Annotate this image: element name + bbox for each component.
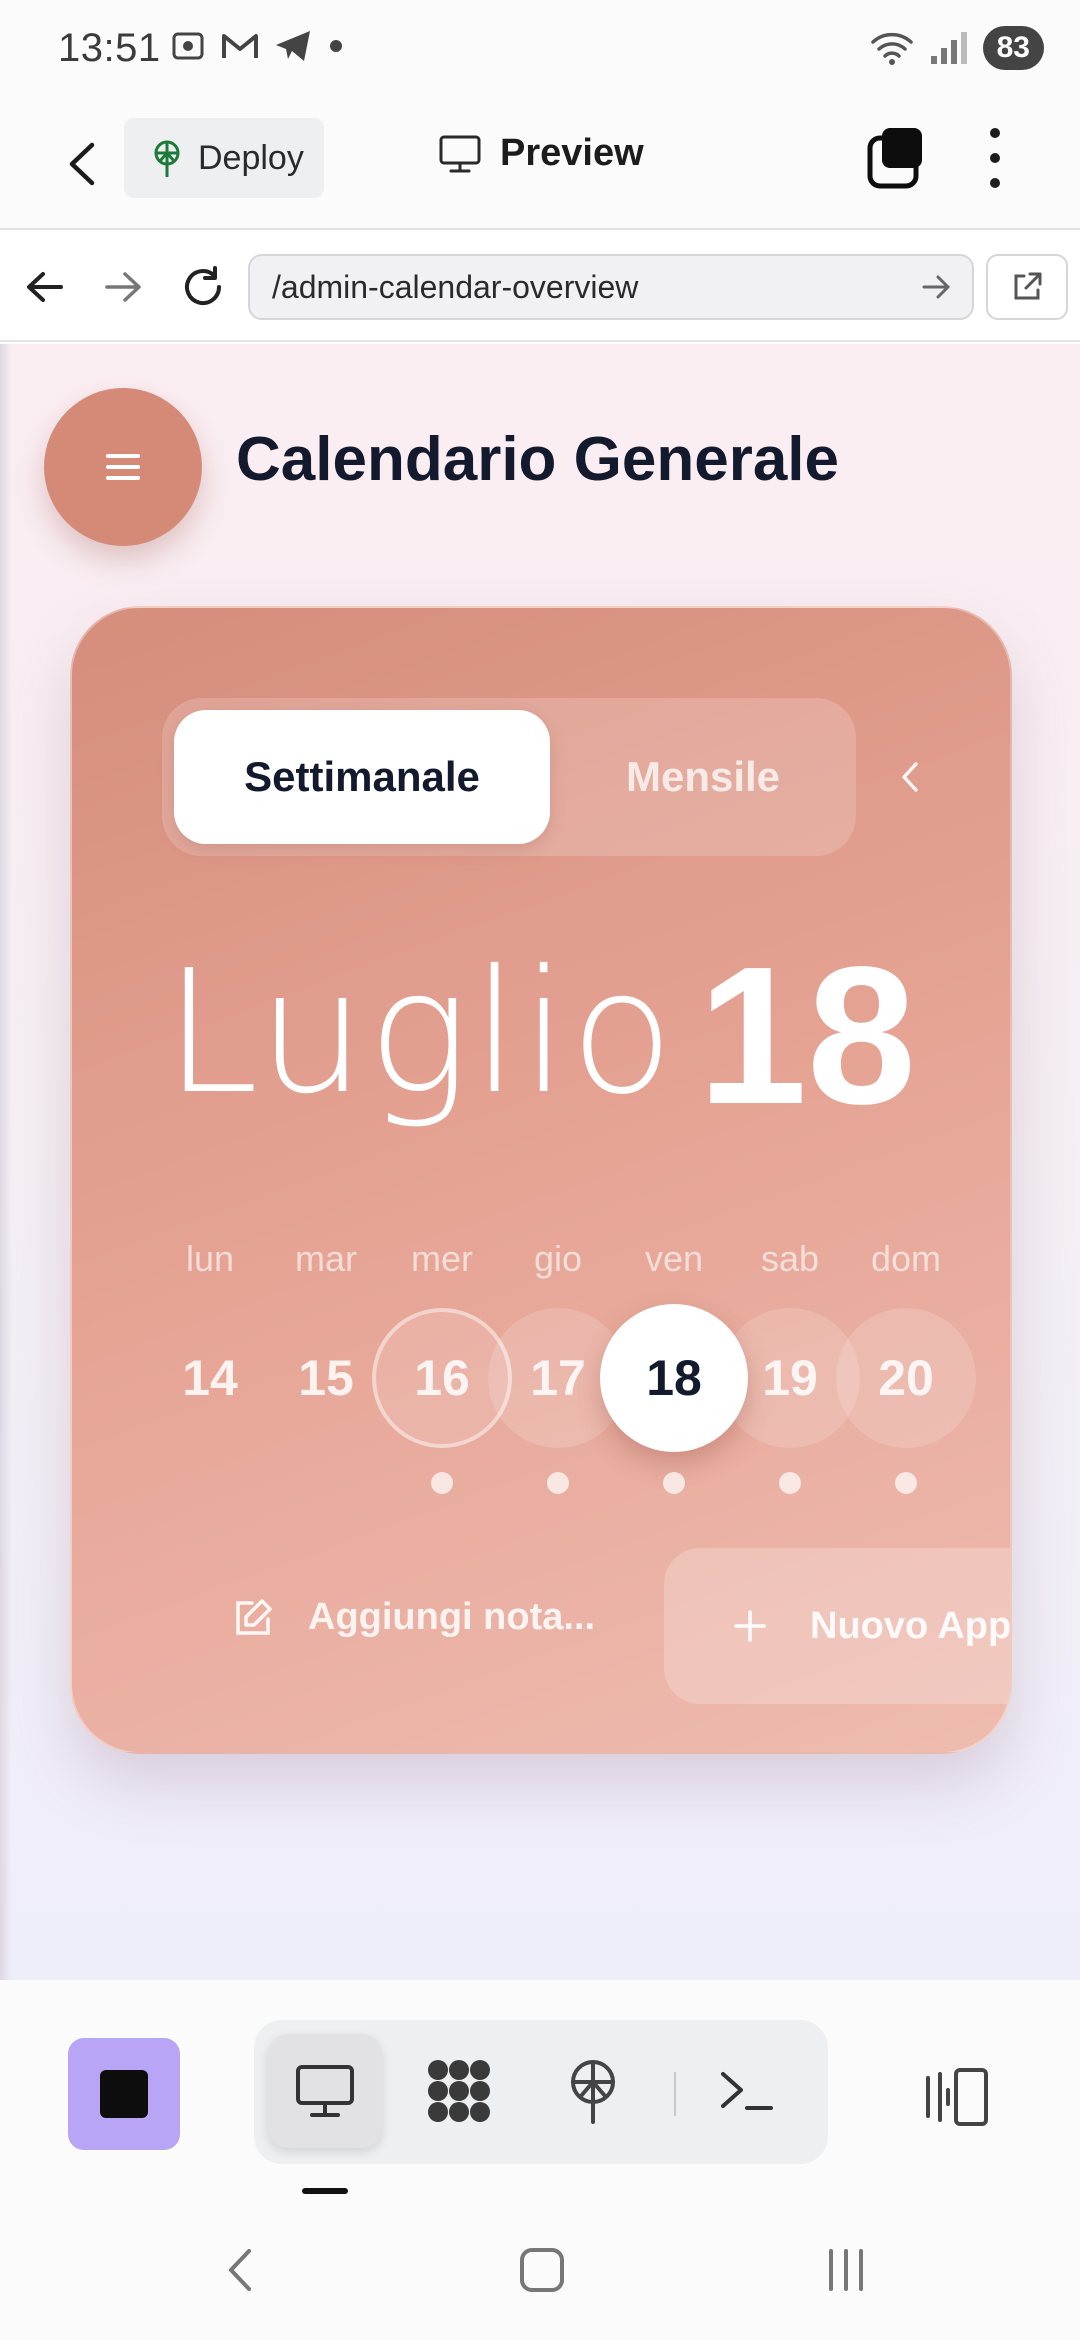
signal-icon [930,32,967,64]
tabs-button[interactable] [866,126,926,190]
wifi-icon [870,32,913,65]
chain-links-icon [428,2060,490,2122]
preview-page: Calendario Generale Settimanale Mensile … [0,344,1080,1980]
monthly-view-option[interactable]: Mensile [550,710,856,844]
preview-title[interactable]: Preview [438,132,644,175]
event-dot [663,1472,685,1494]
event-dot [431,1472,453,1494]
terminal-icon [721,2072,773,2110]
go-arrow-icon[interactable] [920,270,954,304]
stop-button[interactable] [68,2038,180,2150]
preview-label: Preview [500,132,644,174]
view-toggle: Settimanale Mensile [162,698,856,856]
deploy-icon [571,2060,615,2124]
weekday-label: lun [185,1238,235,1279]
status-time: 13:51 [58,26,161,70]
mode-switcher [254,2020,828,2164]
event-dot [547,1472,569,1494]
monitor-icon [439,135,481,172]
weekday-label: ven [644,1238,704,1279]
system-home-button[interactable] [512,2240,572,2300]
weekday-label: sab [760,1238,820,1279]
chevron-left-icon [902,762,918,792]
calendar-card: Settimanale Mensile Luglio 18 lun mar me… [70,606,1012,1754]
page-title: Calendario Generale [236,425,840,494]
card-actions: Aggiungi nota... Nuovo App [72,1548,1012,1708]
url-bar: /admin-calendar-overview [0,232,1080,342]
new-appointment-button[interactable]: Nuovo App [664,1548,1012,1704]
weekday-label: gio [533,1238,583,1279]
date-cell-today[interactable]: 16 [372,1308,512,1448]
url-text: /admin-calendar-overview [272,268,639,305]
weekday-label: dom [870,1238,942,1279]
monitor-icon [296,2065,354,2117]
event-dot [779,1472,801,1494]
arrow-left-icon [27,272,63,302]
weekly-view-option[interactable]: Settimanale [174,710,550,844]
deploy-label: Deploy [198,138,304,177]
date-cell[interactable]: 20 [836,1308,976,1448]
selected-day-number: 18 [698,926,917,1145]
reload-icon [185,266,221,305]
status-notification-icons [170,28,346,64]
arrow-right-icon [105,272,141,302]
hamburger-icon [106,454,140,480]
bottom-toolbar [0,1980,1080,2200]
active-mode-indicator [302,2188,348,2194]
browser-back-button[interactable] [20,262,70,312]
terminal-mode-button[interactable] [690,2034,804,2148]
chevron-left-icon [69,142,95,186]
preview-mode-button[interactable] [268,2034,382,2148]
deploy-button[interactable]: Deploy [124,118,324,198]
screenshot-icon [172,32,204,60]
event-dot [895,1472,917,1494]
side-panel-button[interactable] [922,2066,992,2128]
back-button[interactable] [58,134,104,194]
more-options-button[interactable] [980,128,1010,188]
kebab-dot [990,153,1000,163]
menu-button[interactable] [44,388,202,546]
mode-divider [674,2072,676,2116]
add-note-button[interactable]: Aggiungi nota... [232,1596,595,1639]
recents-icon [829,2249,863,2291]
chevron-left-icon [229,2249,251,2291]
status-bar: 13:51 83 [0,0,1080,100]
weekday-label: mar [295,1238,357,1279]
stop-icon [100,2070,148,2118]
panel-toggle-icon [926,2068,988,2126]
system-recents-button[interactable] [816,2240,876,2300]
kebab-dot [990,178,1000,188]
app-bar: Deploy Preview [0,100,1080,230]
system-nav-bar [0,2200,1080,2340]
kebab-dot [990,128,1000,138]
page-edge-shadow [0,344,12,1980]
month-name: Luglio [164,934,676,1132]
tabs-icon [867,128,922,189]
week-dates-row: 14 15 17 19 20 16 18 [152,1304,982,1508]
open-external-button[interactable] [986,254,1068,320]
dot-icon [330,40,342,52]
plus-icon [734,1610,766,1642]
add-note-label: Aggiungi nota... [308,1596,596,1638]
external-link-icon [1014,272,1042,300]
reload-button[interactable] [178,262,228,312]
battery-indicator: 83 [982,26,1044,70]
services-mode-button[interactable] [402,2034,516,2148]
system-back-button[interactable] [210,2240,270,2300]
edit-icon [236,1598,272,1635]
weekday-label: mer [411,1238,473,1279]
date-cell-selected[interactable]: 18 [600,1304,748,1452]
browser-forward-button[interactable] [98,262,148,312]
home-square-icon [520,2248,564,2292]
url-input[interactable]: /admin-calendar-overview [248,254,974,320]
deploy-mode-button[interactable] [536,2034,650,2148]
new-appointment-label: Nuovo App [810,1604,1012,1647]
gmail-icon [222,34,258,58]
telegram-icon [276,31,310,61]
previous-week-button[interactable] [890,754,930,800]
deploy-icon [154,140,180,177]
